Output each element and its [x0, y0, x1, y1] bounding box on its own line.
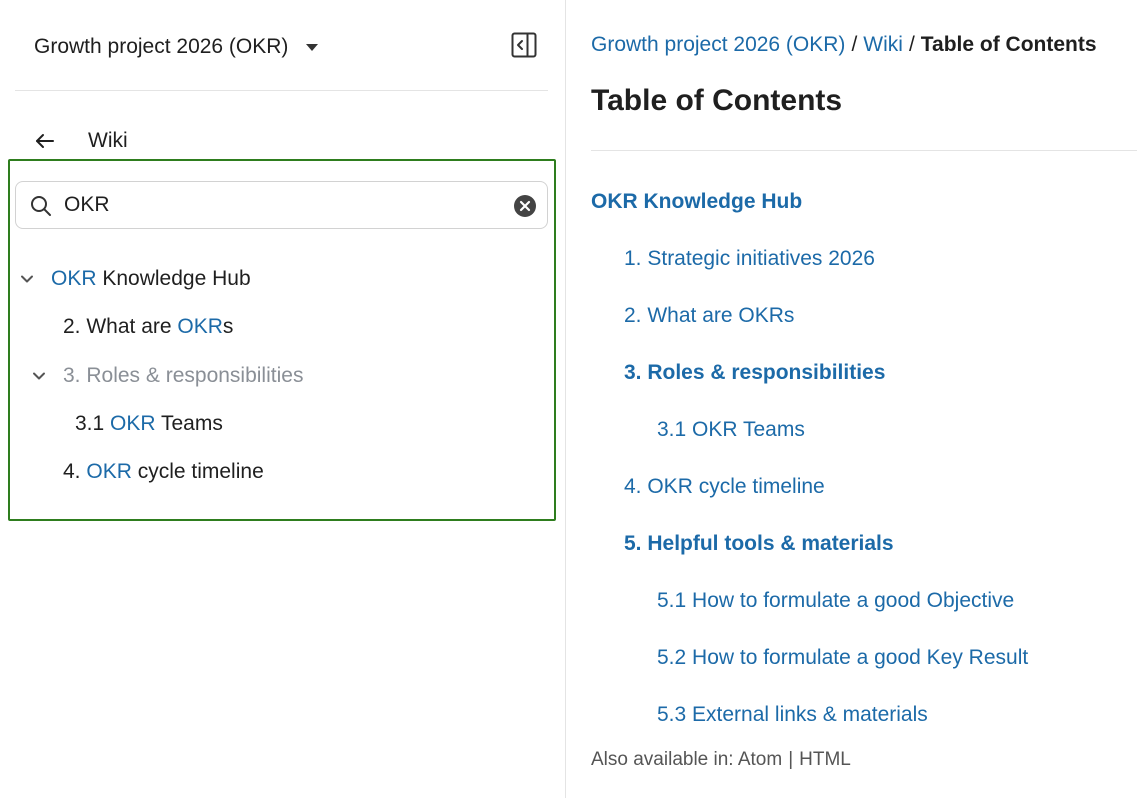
- toc-link-strategic-initiatives[interactable]: 1. Strategic initiatives 2026: [624, 247, 875, 271]
- search-match: OKR: [177, 315, 223, 338]
- export-formats: Also available in: Atom | HTML: [591, 749, 851, 771]
- sidebar-collapse-icon[interactable]: [510, 31, 538, 59]
- toc-link-external-links[interactable]: 5.3 External links & materials: [657, 703, 928, 727]
- back-label: Wiki: [88, 129, 128, 152]
- export-html-link[interactable]: HTML: [799, 749, 851, 770]
- export-atom-link[interactable]: Atom: [738, 749, 782, 770]
- toc-link-good-objective[interactable]: 5.1 How to formulate a good Objective: [657, 589, 1014, 613]
- tree-item-label: 4. OKR cycle timeline: [63, 460, 264, 483]
- sidebar: Growth project 2026 (OKR) Wiki OKR OKR K…: [0, 0, 566, 798]
- search-match: OKR: [51, 267, 97, 290]
- search-icon: [31, 196, 51, 216]
- search-match: OKR: [86, 460, 132, 483]
- tree-item-label: 3. Roles & responsibilities: [63, 364, 304, 387]
- caret-down-icon: [306, 43, 319, 51]
- tree-item-okr-teams[interactable]: 3.1 OKR Teams: [75, 409, 223, 439]
- wiki-app: Growth project 2026 (OKR) Wiki OKR OKR K…: [0, 0, 1137, 798]
- search-match: OKR: [110, 412, 156, 435]
- toc-link-roles-responsibilities[interactable]: 3. Roles & responsibilities: [624, 361, 885, 385]
- breadcrumb-separator: /: [908, 33, 915, 56]
- tree-item-label: 2. What are OKRs: [63, 315, 234, 338]
- toc-link-good-key-result[interactable]: 5.2 How to formulate a good Key Result: [657, 646, 1028, 670]
- page-title: Table of Contents: [591, 84, 843, 117]
- breadcrumb: Growth project 2026 (OKR) / Wiki / Table of …: [591, 33, 1097, 57]
- search-input[interactable]: [64, 190, 494, 220]
- tree-item-roles-responsibilities[interactable]: 3. Roles & responsibilities: [32, 361, 303, 391]
- toc-link-helpful-tools[interactable]: 5. Helpful tools & materials: [624, 532, 894, 556]
- export-separator: |: [788, 749, 794, 770]
- tree-item-okr-knowledge-hub[interactable]: OKR Knowledge Hub: [20, 264, 251, 294]
- chevron-down-icon[interactable]: [20, 272, 34, 286]
- export-prefix: Also available in:: [591, 749, 738, 770]
- breadcrumb-wiki-link[interactable]: Wiki: [863, 33, 903, 56]
- toc-link-what-are-okrs[interactable]: 2. What are OKRs: [624, 304, 794, 328]
- toc-link-okr-knowledge-hub[interactable]: OKR Knowledge Hub: [591, 190, 802, 214]
- breadcrumb-project-link[interactable]: Growth project 2026 (OKR): [591, 33, 845, 56]
- tree-item-what-are-okrs[interactable]: 2. What are OKRs: [63, 312, 233, 342]
- project-selector[interactable]: Growth project 2026 (OKR): [34, 31, 319, 63]
- sidebar-divider: [15, 90, 548, 91]
- clear-search-icon[interactable]: [513, 194, 537, 218]
- main-content: Growth project 2026 (OKR) / Wiki / Table of …: [566, 0, 1137, 798]
- chevron-down-icon[interactable]: [32, 369, 46, 383]
- tree-item-label: OKR Knowledge Hub: [51, 267, 251, 290]
- back-to-wiki[interactable]: Wiki: [34, 126, 128, 156]
- search-box: [15, 181, 548, 229]
- project-name: Growth project 2026 (OKR): [34, 35, 289, 58]
- title-divider: [591, 150, 1137, 151]
- tree-item-label: 3.1 OKR Teams: [75, 412, 223, 435]
- tree-item-okr-cycle-timeline[interactable]: 4. OKR cycle timeline: [63, 457, 264, 487]
- breadcrumb-current: Table of Contents: [920, 33, 1097, 56]
- arrow-left-icon[interactable]: [34, 130, 56, 152]
- breadcrumb-separator: /: [851, 33, 858, 56]
- toc-link-okr-cycle-timeline[interactable]: 4. OKR cycle timeline: [624, 475, 825, 499]
- toc-link-okr-teams[interactable]: 3.1 OKR Teams: [657, 418, 805, 442]
